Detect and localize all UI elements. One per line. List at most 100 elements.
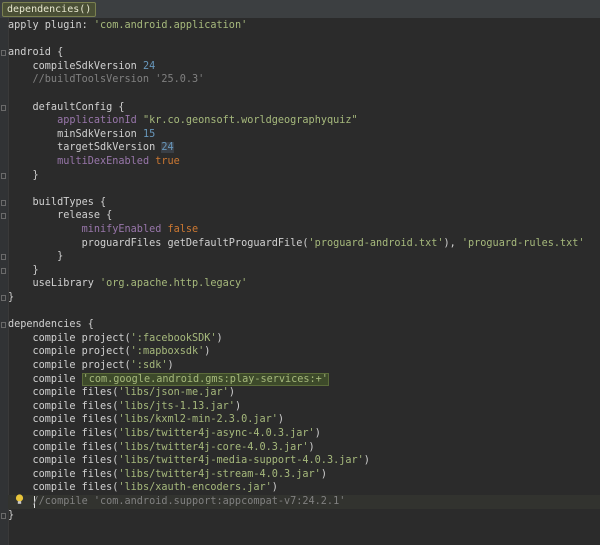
code-token: multiDexEnabled — [57, 156, 156, 167]
code-line[interactable]: //compile 'com.android.support:appcompat… — [8, 495, 346, 509]
code-line[interactable]: compile project(':sdk') — [8, 359, 174, 373]
fold-marker-icon[interactable] — [1, 172, 6, 179]
code-line[interactable]: //buildToolsVersion '25.0.3' — [8, 73, 205, 87]
code-token: ) — [314, 428, 321, 439]
code-token: compile files( — [8, 482, 119, 494]
code-line[interactable]: } — [8, 250, 63, 264]
code-line[interactable]: compile 'com.google.android.gms:play-ser… — [8, 372, 329, 387]
code-token: compile files( — [8, 387, 119, 399]
fold-marker-icon[interactable] — [1, 50, 6, 57]
fold-marker-icon[interactable] — [1, 104, 6, 111]
code-token: 24 — [161, 142, 174, 154]
code-token: compile files( — [8, 414, 119, 426]
code-token: dependencies { — [8, 319, 94, 331]
code-line[interactable]: } — [8, 291, 14, 305]
code-token: true — [155, 156, 180, 167]
code-token: compile files( — [8, 428, 119, 439]
code-token: 'org.apache.http.legacy' — [100, 278, 248, 290]
code-token: 'libs/json-me.jar' — [118, 387, 229, 399]
code-token: 'libs/twitter4j-media-support-4.0.3.jar' — [118, 455, 364, 467]
code-line[interactable]: compile files('libs/kxml2-min-2.3.0.jar'… — [8, 413, 284, 427]
code-token: ) — [216, 332, 223, 344]
code-token: } — [8, 292, 15, 303]
code-token: applicationId — [57, 115, 143, 127]
code-token: 'libs/xauth-encoders.jar' — [118, 482, 272, 494]
code-token: 'libs/jts-1.13.jar' — [118, 400, 235, 412]
code-token: "kr.co.geonsoft.worldgeographyquiz" — [142, 115, 358, 127]
code-line[interactable]: android { — [8, 46, 63, 60]
code-token: ) — [277, 414, 285, 426]
code-line[interactable]: minifyEnabled false — [8, 223, 199, 237]
fold-marker-icon[interactable] — [1, 213, 6, 220]
code-token: proguardFiles getDefaultProguardFile( — [8, 237, 309, 249]
fold-marker-icon[interactable] — [1, 267, 6, 274]
code-token: 'com.android.application' — [93, 20, 248, 31]
code-token: compile — [8, 373, 82, 385]
code-line[interactable]: compile files('libs/json-me.jar') — [8, 386, 235, 400]
code-token: 'libs/kxml2-min-2.3.0.jar' — [118, 414, 278, 426]
code-line[interactable]: } — [8, 509, 14, 523]
code-token: apply plugin: — [8, 20, 94, 31]
code-line[interactable]: useLibrary 'org.apache.http.legacy' — [8, 277, 248, 291]
code-token: compile project( — [8, 332, 131, 344]
code-line[interactable]: applicationId "kr.co.geonsoft.worldgeogr… — [8, 114, 358, 128]
code-line[interactable]: buildTypes { — [8, 196, 107, 210]
code-line[interactable]: compile files('libs/twitter4j-stream-4.0… — [8, 468, 327, 482]
code-token: 15 — [142, 128, 156, 140]
code-line[interactable]: compile files('libs/twitter4j-core-4.0.3… — [8, 441, 315, 455]
code-line[interactable]: targetSdkVersion 24 — [8, 141, 174, 155]
code-token: ) — [228, 387, 235, 399]
breadcrumb[interactable]: dependencies() — [2, 2, 97, 17]
code-token: ) — [234, 400, 242, 412]
fold-marker-icon[interactable] — [1, 254, 6, 261]
code-line[interactable]: multiDexEnabled true — [8, 155, 180, 169]
code-token: compile project( — [8, 346, 131, 358]
code-token: false — [167, 224, 199, 235]
code-line[interactable]: compile files('libs/jts-1.13.jar') — [8, 400, 242, 414]
code-line[interactable]: compile files('libs/twitter4j-async-4.0.… — [8, 427, 321, 441]
code-line[interactable]: apply plugin: 'com.android.application' — [8, 19, 247, 33]
code-line[interactable]: compile project(':mapboxsdk') — [8, 345, 211, 359]
code-editor[interactable]: apply plugin: 'com.android.application' a… — [0, 18, 600, 545]
fold-marker-icon[interactable] — [1, 322, 6, 329]
fold-marker-icon[interactable] — [1, 199, 6, 206]
code-token: //compile 'com.android.support:appcompat… — [8, 496, 346, 507]
code-line[interactable]: compile files('libs/xauth-encoders.jar') — [8, 481, 278, 495]
code-token: ) — [308, 441, 315, 453]
code-token: 'proguard-android.txt' — [308, 237, 444, 249]
code-token: compile files( — [8, 455, 119, 467]
code-token: ), — [443, 237, 462, 249]
code-token: 'proguard-rules.txt' — [461, 237, 585, 249]
code-line[interactable]: minSdkVersion 15 — [8, 128, 155, 142]
code-token: release { — [8, 210, 113, 222]
code-token: } — [8, 264, 39, 276]
code-token: ':facebookSDK' — [130, 332, 217, 344]
code-token: buildTypes { — [8, 196, 107, 208]
fold-marker-icon[interactable] — [1, 512, 6, 519]
code-line[interactable]: compile files('libs/twitter4j-media-supp… — [8, 454, 370, 468]
fold-marker-icon[interactable] — [1, 295, 6, 301]
code-token: } — [8, 509, 15, 521]
code-token: 'libs/twitter4j-core-4.0.3.jar' — [118, 441, 309, 453]
code-line[interactable]: defaultConfig { — [8, 101, 125, 115]
code-line[interactable]: } — [8, 169, 39, 183]
code-token: ) — [204, 346, 211, 358]
code-token: minSdkVersion — [8, 128, 143, 140]
code-token: targetSdkVersion — [8, 142, 162, 154]
code-line[interactable]: proguardFiles getDefaultProguardFile('pr… — [8, 237, 585, 251]
code-token: compileSdkVersion — [8, 60, 143, 72]
code-line[interactable]: release { — [8, 209, 112, 223]
code-token: defaultConfig { — [8, 101, 125, 113]
code-line[interactable]: } — [8, 264, 39, 278]
code-line[interactable]: dependencies { — [8, 318, 94, 332]
code-token: minifyEnabled — [81, 224, 168, 235]
code-token: 'com.google.android.gms:play-services:+' — [81, 372, 329, 386]
code-token: ) — [271, 482, 278, 494]
code-line[interactable]: compile project(':facebookSDK') — [8, 332, 223, 346]
code-line[interactable]: compileSdkVersion 24 — [8, 60, 156, 74]
code-token: } — [8, 169, 39, 181]
code-token: 24 — [142, 60, 156, 72]
